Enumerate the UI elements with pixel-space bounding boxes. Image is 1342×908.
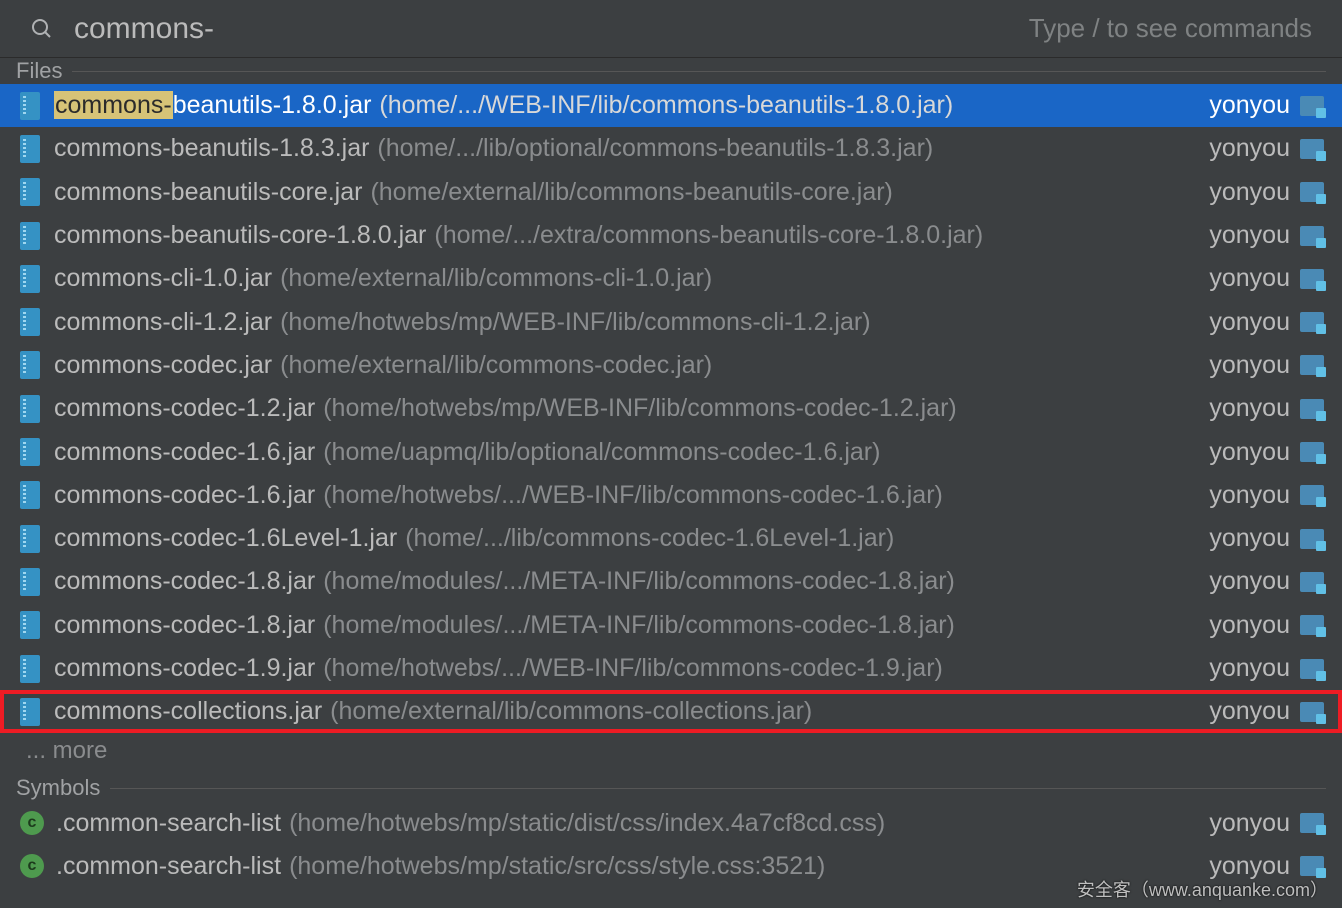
file-row[interactable]: commons-codec-1.2.jar(home/hotwebs/mp/WE… xyxy=(0,387,1342,430)
archive-file-icon xyxy=(20,611,40,639)
file-row[interactable]: commons-codec-1.6.jar(home/uapmq/lib/opt… xyxy=(0,430,1342,473)
symbols-section-header: Symbols xyxy=(0,775,1342,801)
module-folder-icon xyxy=(1300,659,1324,679)
file-row[interactable]: commons-codec-1.6.jar(home/hotwebs/.../W… xyxy=(0,474,1342,517)
archive-file-icon xyxy=(20,351,40,379)
module-folder-icon xyxy=(1300,355,1324,375)
section-label: Files xyxy=(16,58,62,84)
file-row[interactable]: commons-codec-1.9.jar(home/hotwebs/.../W… xyxy=(0,647,1342,690)
files-section-header: Files xyxy=(0,58,1342,84)
file-label: commons-codec-1.6.jar(home/hotwebs/.../W… xyxy=(54,481,1193,510)
module-folder-icon xyxy=(1300,269,1324,289)
file-label: commons-collections.jar(home/external/li… xyxy=(54,697,1193,726)
module-folder-icon xyxy=(1300,442,1324,462)
search-hint: Type / to see commands xyxy=(1029,13,1312,44)
module-folder-icon xyxy=(1300,529,1324,549)
archive-file-icon xyxy=(20,92,40,120)
module-indicator: yonyou xyxy=(1209,264,1324,293)
divider xyxy=(72,71,1326,72)
module-folder-icon xyxy=(1300,139,1324,159)
module-indicator: yonyou xyxy=(1209,308,1324,337)
file-row[interactable]: commons-collections.jar(home/external/li… xyxy=(0,690,1342,733)
css-class-icon: c xyxy=(20,811,44,835)
module-indicator: yonyou xyxy=(1209,178,1324,207)
file-label: commons-codec-1.8.jar(home/modules/.../M… xyxy=(54,567,1193,596)
symbol-label: .common-search-list(home/hotwebs/mp/stat… xyxy=(56,809,1193,838)
file-row[interactable]: commons-beanutils-1.8.0.jar(home/.../WEB… xyxy=(0,84,1342,127)
file-row[interactable]: commons-cli-1.2.jar(home/hotwebs/mp/WEB-… xyxy=(0,300,1342,343)
css-class-icon: c xyxy=(20,854,44,878)
file-label: commons-codec-1.6Level-1.jar(home/.../li… xyxy=(54,524,1193,553)
module-indicator: yonyou xyxy=(1209,438,1324,467)
archive-file-icon xyxy=(20,308,40,336)
module-folder-icon xyxy=(1300,813,1324,833)
archive-file-icon xyxy=(20,135,40,163)
search-bar: Type / to see commands xyxy=(0,0,1342,58)
files-results: commons-beanutils-1.8.0.jar(home/.../WEB… xyxy=(0,84,1342,733)
archive-file-icon xyxy=(20,178,40,206)
module-indicator: yonyou xyxy=(1209,91,1324,120)
file-label: commons-codec-1.2.jar(home/hotwebs/mp/WE… xyxy=(54,394,1193,423)
module-folder-icon xyxy=(1300,615,1324,635)
divider xyxy=(110,788,1326,789)
module-indicator: yonyou xyxy=(1209,481,1324,510)
archive-file-icon xyxy=(20,438,40,466)
archive-file-icon xyxy=(20,222,40,250)
module-indicator: yonyou xyxy=(1209,697,1324,726)
module-indicator: yonyou xyxy=(1209,611,1324,640)
symbol-label: .common-search-list(home/hotwebs/mp/stat… xyxy=(56,852,1193,881)
module-folder-icon xyxy=(1300,226,1324,246)
module-folder-icon xyxy=(1300,312,1324,332)
file-row[interactable]: commons-codec-1.6Level-1.jar(home/.../li… xyxy=(0,517,1342,560)
module-folder-icon xyxy=(1300,856,1324,876)
module-indicator: yonyou xyxy=(1209,394,1324,423)
archive-file-icon xyxy=(20,395,40,423)
watermark: 安全客（www.anquanke.com） xyxy=(1077,876,1328,902)
file-row[interactable]: commons-beanutils-core-1.8.0.jar(home/..… xyxy=(0,214,1342,257)
module-folder-icon xyxy=(1300,399,1324,419)
module-indicator: yonyou xyxy=(1209,524,1324,553)
more-row[interactable]: ... more xyxy=(0,733,1342,775)
search-icon xyxy=(28,17,56,41)
symbol-row[interactable]: c .common-search-list(home/hotwebs/mp/sta… xyxy=(0,801,1342,844)
file-row[interactable]: commons-beanutils-1.8.3.jar(home/.../lib… xyxy=(0,127,1342,170)
file-row[interactable]: commons-codec.jar(home/external/lib/comm… xyxy=(0,344,1342,387)
module-folder-icon xyxy=(1300,572,1324,592)
file-label: commons-codec-1.9.jar(home/hotwebs/.../W… xyxy=(54,654,1193,683)
module-indicator: yonyou xyxy=(1209,134,1324,163)
archive-file-icon xyxy=(20,265,40,293)
file-label: commons-beanutils-1.8.0.jar(home/.../WEB… xyxy=(54,91,1193,120)
file-label: commons-cli-1.0.jar(home/external/lib/co… xyxy=(54,264,1193,293)
search-input[interactable] xyxy=(74,12,1029,46)
file-label: commons-codec-1.8.jar(home/modules/.../M… xyxy=(54,611,1193,640)
archive-file-icon xyxy=(20,568,40,596)
section-label: Symbols xyxy=(16,775,100,801)
module-indicator: yonyou xyxy=(1209,809,1324,838)
file-label: commons-beanutils-1.8.3.jar(home/.../lib… xyxy=(54,134,1193,163)
file-row[interactable]: commons-cli-1.0.jar(home/external/lib/co… xyxy=(0,257,1342,300)
file-row[interactable]: commons-codec-1.8.jar(home/modules/.../M… xyxy=(0,560,1342,603)
file-row[interactable]: commons-beanutils-core.jar(home/external… xyxy=(0,171,1342,214)
file-row[interactable]: commons-codec-1.8.jar(home/modules/.../M… xyxy=(0,604,1342,647)
file-label: commons-cli-1.2.jar(home/hotwebs/mp/WEB-… xyxy=(54,308,1193,337)
file-label: commons-beanutils-core.jar(home/external… xyxy=(54,178,1193,207)
file-label: commons-codec-1.6.jar(home/uapmq/lib/opt… xyxy=(54,438,1193,467)
module-folder-icon xyxy=(1300,702,1324,722)
module-indicator: yonyou xyxy=(1209,221,1324,250)
module-indicator: yonyou xyxy=(1209,654,1324,683)
archive-file-icon xyxy=(20,481,40,509)
file-label: commons-codec.jar(home/external/lib/comm… xyxy=(54,351,1193,380)
file-label: commons-beanutils-core-1.8.0.jar(home/..… xyxy=(54,221,1193,250)
module-folder-icon xyxy=(1300,182,1324,202)
module-folder-icon xyxy=(1300,96,1324,116)
module-indicator: yonyou xyxy=(1209,351,1324,380)
archive-file-icon xyxy=(20,525,40,553)
module-folder-icon xyxy=(1300,485,1324,505)
archive-file-icon xyxy=(20,698,40,726)
module-indicator: yonyou xyxy=(1209,567,1324,596)
archive-file-icon xyxy=(20,655,40,683)
